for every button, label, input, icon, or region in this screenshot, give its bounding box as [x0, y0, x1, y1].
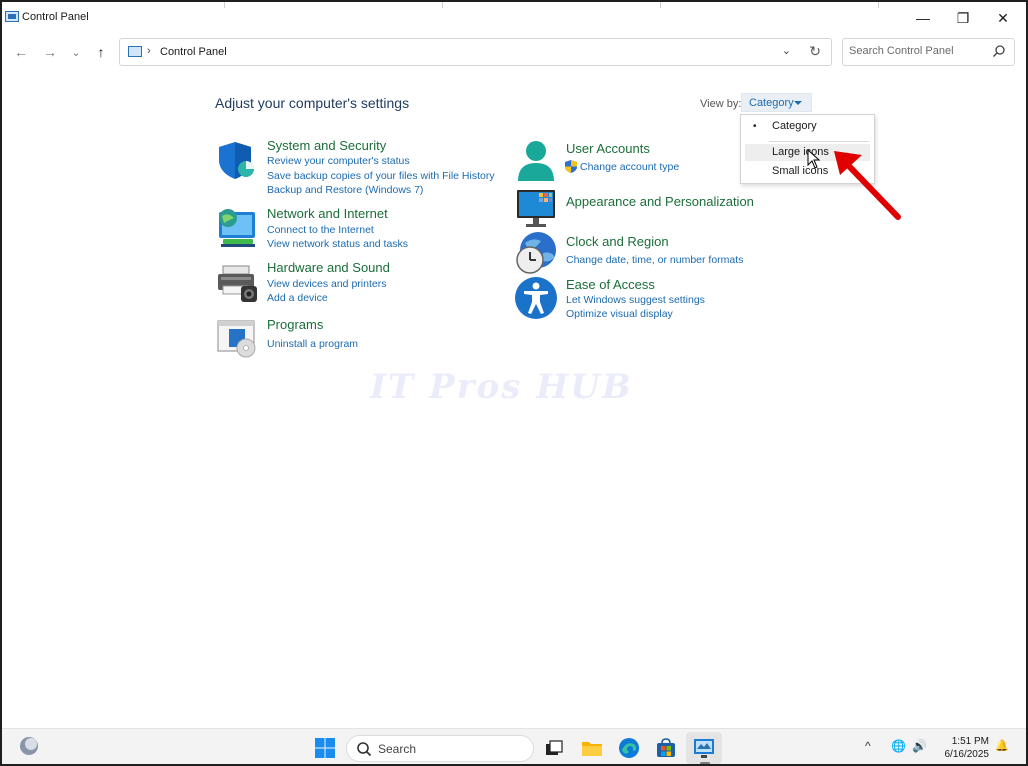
- category-appearance-and-personalization: Appearance and Personalization: [515, 188, 775, 228]
- search-box[interactable]: [842, 38, 1015, 66]
- category-title[interactable]: Programs: [267, 317, 323, 332]
- category-title[interactable]: Ease of Access: [566, 277, 655, 292]
- address-bar[interactable]: › Control Panel ⌄ ↻: [119, 38, 832, 66]
- red-annotation-arrow-icon: [834, 151, 901, 220]
- search-icon[interactable]: [992, 44, 1006, 58]
- weather-widget-icon[interactable]: [18, 735, 40, 757]
- network-globe-tray-icon[interactable]: 🌐: [891, 739, 906, 753]
- close-button[interactable]: ✕: [980, 2, 1026, 34]
- link-suggest-settings[interactable]: Let Windows suggest settings: [566, 294, 705, 306]
- edge-browser-icon[interactable]: [618, 737, 640, 759]
- active-app-indicator: [700, 762, 710, 764]
- category-programs: Programs: [215, 317, 515, 361]
- category-title[interactable]: User Accounts: [566, 141, 650, 156]
- taskbar-search-label: Search: [378, 742, 417, 756]
- link-change-date-time-formats[interactable]: Change date, time, or number formats: [566, 254, 743, 266]
- control-panel-crumb-icon: [128, 46, 142, 57]
- control-panel-window: Control Panel — ❐ ✕ ← → ⌄ ↑ › Control Pa…: [0, 0, 1028, 766]
- clock-globe-icon: [516, 232, 556, 274]
- monitor-icon: [517, 190, 555, 227]
- menu-divider: [769, 141, 869, 142]
- category-clock-and-region: Clock and Region: [515, 231, 775, 275]
- show-hidden-icons-chevron-icon[interactable]: ^: [865, 739, 871, 753]
- selected-bullet-icon: •: [753, 121, 757, 132]
- address-dropdown-chevron-icon[interactable]: ⌄: [782, 44, 791, 57]
- category-title[interactable]: Network and Internet: [267, 206, 388, 221]
- view-by-dropdown[interactable]: Category: [741, 93, 812, 112]
- volume-icon[interactable]: 🔊: [912, 739, 927, 753]
- link-optimize-visual-display[interactable]: Optimize visual display: [566, 308, 673, 320]
- link-change-account-type[interactable]: Change account type: [580, 161, 679, 173]
- breadcrumb-control-panel[interactable]: Control Panel: [160, 46, 227, 58]
- start-windows-icon[interactable]: [314, 737, 336, 759]
- link-backup-restore[interactable]: Backup and Restore (Windows 7): [267, 184, 423, 196]
- file-explorer-icon[interactable]: [581, 737, 603, 759]
- network-globe-icon: [219, 209, 255, 247]
- user-accounts-icon: [518, 141, 554, 181]
- printer-icon: [218, 265, 257, 302]
- clock-date: 6/16/2025: [944, 749, 990, 760]
- navigation-bar: ← → ⌄ ↑ › Control Panel ⌄ ↻: [2, 34, 1026, 72]
- view-by-value: Category: [749, 97, 794, 109]
- view-by-label: View by:: [700, 98, 742, 110]
- up-arrow-icon[interactable]: ↑: [91, 42, 111, 62]
- menu-item-label: Category: [772, 120, 817, 132]
- task-view-icon[interactable]: [543, 737, 565, 759]
- category-title[interactable]: Hardware and Sound: [267, 260, 390, 275]
- breadcrumb-separator: ›: [147, 45, 151, 57]
- programs-disc-icon: [217, 320, 256, 358]
- control-panel-taskbar-icon[interactable]: [693, 737, 715, 759]
- category-title[interactable]: Appearance and Personalization: [566, 194, 754, 209]
- taskbar-search-box[interactable]: Search: [346, 735, 534, 762]
- microsoft-store-icon[interactable]: [655, 737, 677, 759]
- back-arrow-icon[interactable]: ←: [11, 42, 31, 62]
- control-panel-app-icon: [5, 11, 19, 22]
- taskbar: Search ^ 🌐 🔊 1:51 PM 6/16/2025 �: [2, 728, 1026, 764]
- link-uninstall-program[interactable]: Uninstall a program: [267, 338, 358, 350]
- link-connect-internet[interactable]: Connect to the Internet: [267, 224, 374, 236]
- category-title[interactable]: Clock and Region: [566, 234, 669, 249]
- title-bar: Control Panel — ❐ ✕: [2, 2, 1026, 34]
- mouse-cursor-icon: [807, 149, 821, 169]
- link-devices-printers[interactable]: View devices and printers: [267, 278, 386, 290]
- search-input[interactable]: [849, 45, 984, 57]
- watermark-text: IT Pros HUB: [370, 367, 633, 407]
- page-heading: Adjust your computer's settings: [215, 95, 410, 111]
- taskbar-clock[interactable]: 1:51 PM 6/16/2025: [937, 735, 990, 761]
- link-network-status[interactable]: View network status and tasks: [267, 238, 408, 250]
- category-title[interactable]: System and Security: [267, 138, 386, 153]
- menu-item-category[interactable]: • Category: [745, 118, 870, 135]
- refresh-icon[interactable]: ↻: [809, 43, 821, 60]
- uac-shield-icon: [565, 160, 577, 173]
- accessibility-icon: [515, 277, 557, 319]
- clock-time: 1:51 PM: [951, 736, 989, 747]
- window-title: Control Panel: [22, 11, 89, 23]
- caret-down-icon: [794, 101, 802, 105]
- link-add-device[interactable]: Add a device: [267, 292, 328, 304]
- link-review-status[interactable]: Review your computer's status: [267, 155, 410, 167]
- notification-bell-icon[interactable]: 🔔: [995, 739, 1009, 752]
- taskbar-search-icon: [357, 742, 372, 757]
- forward-arrow-icon[interactable]: →: [40, 42, 60, 62]
- link-file-history[interactable]: Save backup copies of your files with Fi…: [267, 170, 495, 182]
- recent-locations-chevron-icon[interactable]: ⌄: [66, 42, 86, 62]
- shield-icon: [219, 142, 254, 179]
